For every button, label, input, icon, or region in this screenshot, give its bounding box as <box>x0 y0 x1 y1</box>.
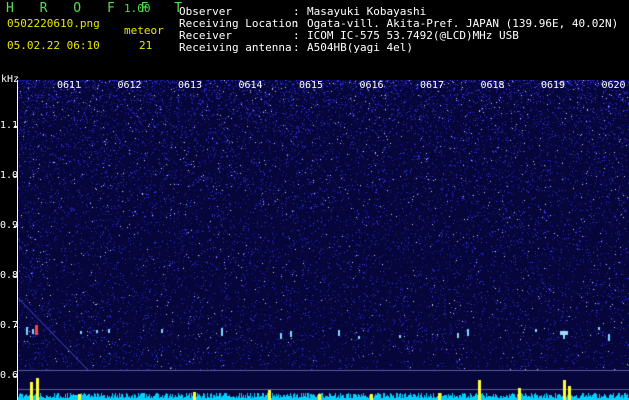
antenna-separator: : <box>293 41 300 54</box>
x-tick-label: 0618 <box>480 80 505 91</box>
app-version: 1.00 <box>124 2 151 15</box>
spectrogram-panel <box>18 80 629 400</box>
meteor-count: 21 <box>139 39 153 52</box>
y-tick-mark <box>14 226 18 227</box>
x-tick-label: 0611 <box>57 80 82 91</box>
y-tick-mark <box>14 326 18 327</box>
meteor-label: meteor <box>124 24 164 37</box>
date-time: 05.02.22 06:10 <box>7 39 100 52</box>
y-tick-mark <box>14 176 18 177</box>
x-tick-label: 0620 <box>601 80 626 91</box>
x-tick-label: 0617 <box>420 80 445 91</box>
x-tick-label: 0612 <box>117 80 142 91</box>
x-tick-label: 0619 <box>541 80 566 91</box>
file-name: 0502220610.png <box>7 17 100 30</box>
x-tick-label: 0614 <box>238 80 263 91</box>
spectrogram-canvas <box>18 80 629 400</box>
y-tick-mark <box>14 276 18 277</box>
x-tick-label: 0616 <box>359 80 384 91</box>
x-tick-label: 0613 <box>178 80 203 91</box>
app-logo: H R O F F T <box>6 1 192 16</box>
x-tick-label: 0615 <box>299 80 324 91</box>
y-tick-mark <box>14 126 18 127</box>
header-panel: H R O F F T 1.00 0502220610.png 05.02.22… <box>0 0 629 80</box>
antenna-value: A504HB(yagi 4el) <box>307 41 413 54</box>
y-axis-unit: kHz <box>1 74 20 85</box>
antenna-label: Receiving antenna <box>179 41 292 54</box>
y-tick-mark <box>14 376 18 377</box>
